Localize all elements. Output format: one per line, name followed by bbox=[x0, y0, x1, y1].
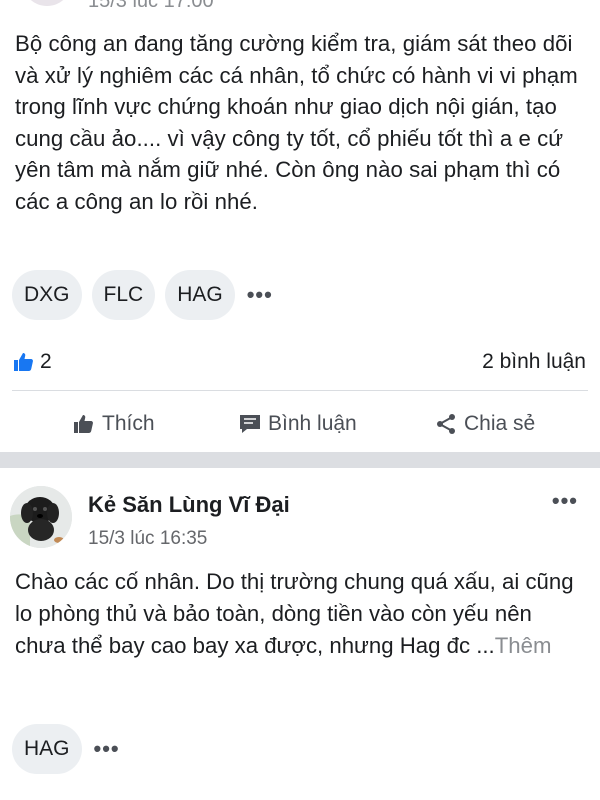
tag-chip-hag[interactable]: HAG bbox=[165, 270, 235, 320]
more-dots-icon[interactable]: ••• bbox=[552, 488, 578, 514]
avatar[interactable] bbox=[22, 0, 72, 6]
like-count-label: 2 bbox=[40, 350, 52, 373]
like-count[interactable]: 2 bbox=[12, 350, 52, 374]
post-timestamp: 15/3 lúc 17:00 bbox=[88, 0, 214, 12]
share-button-label: Chia sẻ bbox=[464, 412, 536, 435]
more-dots-icon[interactable]: ••• bbox=[247, 284, 273, 306]
tag-chip-flc[interactable]: FLC bbox=[91, 270, 156, 320]
tag-chip-hag[interactable]: HAG bbox=[12, 724, 82, 774]
post-separator bbox=[0, 452, 600, 468]
avatar[interactable] bbox=[10, 486, 72, 548]
share-icon bbox=[437, 414, 455, 434]
thumbs-up-icon bbox=[14, 353, 33, 371]
share-button[interactable]: Chia sẻ bbox=[434, 412, 535, 436]
thumbs-up-icon bbox=[74, 415, 93, 433]
post-card: 15/3 lúc 17:00 Bộ công an đang tăng cườn… bbox=[0, 0, 600, 452]
post-actions: Thích Bình luận Chia sẻ bbox=[0, 400, 600, 448]
post-body: Chào các cố nhân. Do thị trường chung qu… bbox=[15, 566, 585, 662]
divider bbox=[12, 390, 588, 391]
see-more-link[interactable]: Thêm bbox=[495, 633, 552, 658]
tag-chip-dxg[interactable]: DXG bbox=[12, 270, 82, 320]
more-dots-icon[interactable]: ••• bbox=[94, 738, 120, 760]
comment-button-label: Bình luận bbox=[268, 412, 357, 435]
author-name[interactable]: Kẻ Săn Lùng Vĩ Đại bbox=[88, 492, 290, 518]
post-timestamp[interactable]: 15/3 lúc 16:35 bbox=[88, 528, 207, 550]
post-body-text: Chào các cố nhân. Do thị trường chung qu… bbox=[15, 569, 574, 658]
reaction-stats: 2 2 bình luận bbox=[12, 345, 586, 379]
dog-avatar-icon bbox=[10, 486, 72, 548]
like-button-label: Thích bbox=[102, 412, 155, 435]
comment-button[interactable]: Bình luận bbox=[238, 412, 357, 436]
post-card: Kẻ Săn Lùng Vĩ Đại 15/3 lúc 16:35 ••• Ch… bbox=[0, 468, 600, 800]
comment-count[interactable]: 2 bình luận bbox=[482, 350, 586, 374]
post-body: Bộ công an đang tăng cường kiểm tra, giá… bbox=[15, 31, 578, 214]
tag-list: HAG ••• bbox=[12, 724, 120, 774]
tag-list: DXG FLC HAG ••• bbox=[12, 270, 273, 320]
comment-icon bbox=[240, 415, 260, 433]
like-button[interactable]: Thích bbox=[72, 412, 155, 436]
